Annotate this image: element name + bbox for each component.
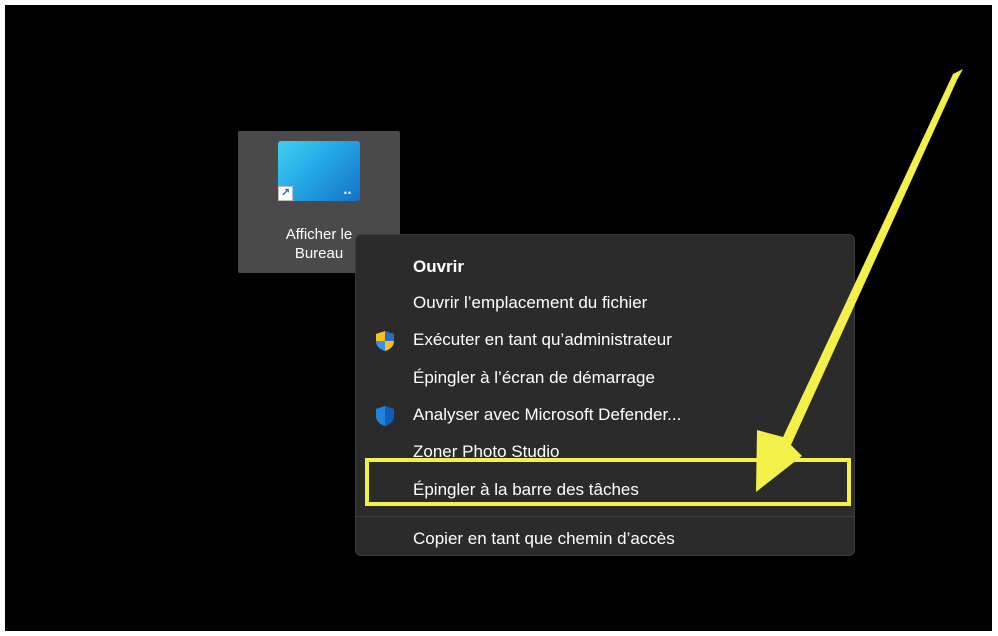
- menu-item-executer-admin[interactable]: Exécuter en tant qu’administrateur: [356, 323, 854, 357]
- menu-item-ouvrir-emplacement[interactable]: Ouvrir l’emplacement du fichier: [356, 286, 854, 320]
- menu-item-label: Analyser avec Microsoft Defender...: [413, 405, 682, 424]
- menu-item-analyser-defender[interactable]: Analyser avec Microsoft Defender...: [356, 398, 854, 432]
- menu-item-label: Zoner Photo Studio: [413, 442, 560, 457]
- menu-item-epingler-barre-taches[interactable]: Épingler à la barre des tâches: [356, 473, 854, 507]
- menu-item-label: Exécuter en tant qu’administrateur: [413, 330, 672, 349]
- menu-item-label: Ouvrir: [413, 257, 465, 276]
- uac-shield-icon: [376, 331, 394, 351]
- menu-item-label: Épingler à l’écran de démarrage: [413, 368, 655, 387]
- menu-item-label: Épingler à la barre des tâches: [413, 480, 639, 499]
- menu-item-copier-chemin[interactable]: Copier en tant que chemin d’accès: [356, 522, 854, 556]
- menu-item-ouvrir[interactable]: Ouvrir: [356, 250, 854, 284]
- shortcut-arrow-icon: ↗: [278, 186, 293, 201]
- menu-item-label: Copier en tant que chemin d’accès: [413, 529, 675, 548]
- defender-shield-icon: [376, 406, 394, 426]
- menu-item-zoner-photo-studio[interactable]: Zoner Photo Studio: [356, 435, 854, 457]
- menu-item-epingler-demarrage[interactable]: Épingler à l’écran de démarrage: [356, 361, 854, 395]
- context-menu: Ouvrir Ouvrir l’emplacement du fichier E…: [355, 234, 855, 556]
- menu-separator: [356, 516, 854, 517]
- menu-item-label: Ouvrir l’emplacement du fichier: [413, 293, 648, 312]
